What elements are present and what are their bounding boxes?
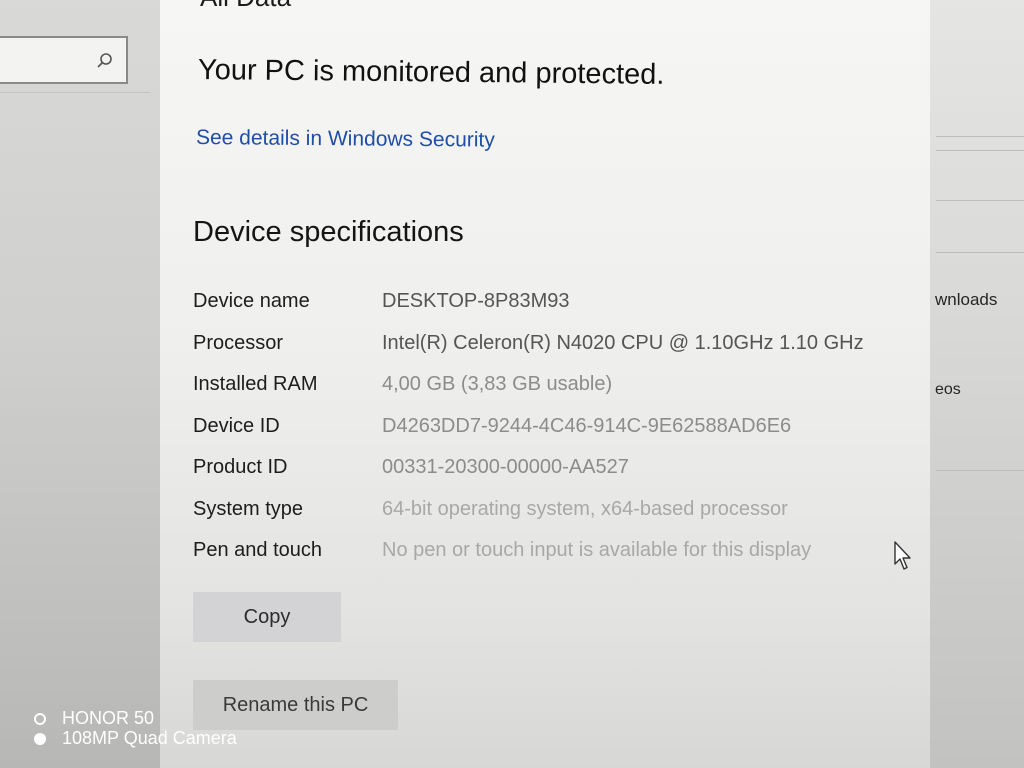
spec-value: D4263DD7-9244-4C46-914C-9E62588AD6E6 [382,415,792,437]
security-status-text: Your PC is monitored and protected. [197,54,665,91]
divider [936,200,1024,201]
spec-value: 00331-20300-00000-AA527 [382,456,629,478]
windows-security-link[interactable]: See details in Windows Security [196,126,495,153]
downloads-item-fragment[interactable]: wnloads [935,290,997,310]
filled-dot-icon [34,733,46,746]
spec-row-processor: Processor Intel(R) Celeron(R) N4020 CPU … [193,332,913,360]
spec-label: System type [193,498,304,520]
ring-dot-icon [34,713,46,726]
divider [0,92,150,93]
camera-watermark-line2: 108MP Quad Camera [34,728,237,749]
header-fragment: All Data [200,0,291,13]
spec-row-product-id: Product ID 00331-20300-00000-AA527 [193,456,913,484]
spec-row-pen-and-touch: Pen and touch No pen or touch input is a… [193,539,913,567]
spec-value: 4,00 GB (3,83 GB usable) [382,373,613,395]
spec-label: Device ID [193,415,280,437]
videos-item-fragment[interactable]: eos [935,381,961,399]
spec-label: Product ID [193,456,288,478]
copy-button[interactable]: Copy [193,592,341,642]
watermark-camera: 108MP Quad Camera [62,728,237,748]
divider [936,136,1024,137]
search-icon [97,53,112,68]
mouse-pointer-icon [894,541,911,570]
search-box[interactable] [0,36,128,84]
camera-watermark-line1: HONOR 50 [34,708,154,729]
spec-value: 64-bit operating system, x64-based proce… [382,498,788,520]
divider [936,150,1024,151]
rename-pc-button[interactable]: Rename this PC [193,680,398,730]
spec-value: DESKTOP-8P83M93 [382,290,570,312]
spec-label: Processor [193,332,284,354]
spec-label: Installed RAM [193,373,318,395]
spec-row-installed-ram: Installed RAM 4,00 GB (3,83 GB usable) [193,373,913,401]
spec-row-device-name: Device name DESKTOP-8P83M93 [193,290,913,318]
spec-label: Pen and touch [193,539,322,561]
divider [936,470,1024,471]
watermark-brand: HONOR 50 [62,708,155,728]
spec-value: Intel(R) Celeron(R) N4020 CPU @ 1.10GHz … [382,332,864,354]
spec-label: Device name [193,290,310,312]
device-specifications-title: Device specifications [193,216,464,248]
spec-row-system-type: System type 64-bit operating system, x64… [193,498,913,526]
background-left-pane [0,0,160,768]
spec-value: No pen or touch input is available for t… [382,539,812,561]
divider [936,252,1024,253]
spec-row-device-id: Device ID D4263DD7-9244-4C46-914C-9E6258… [193,415,913,443]
